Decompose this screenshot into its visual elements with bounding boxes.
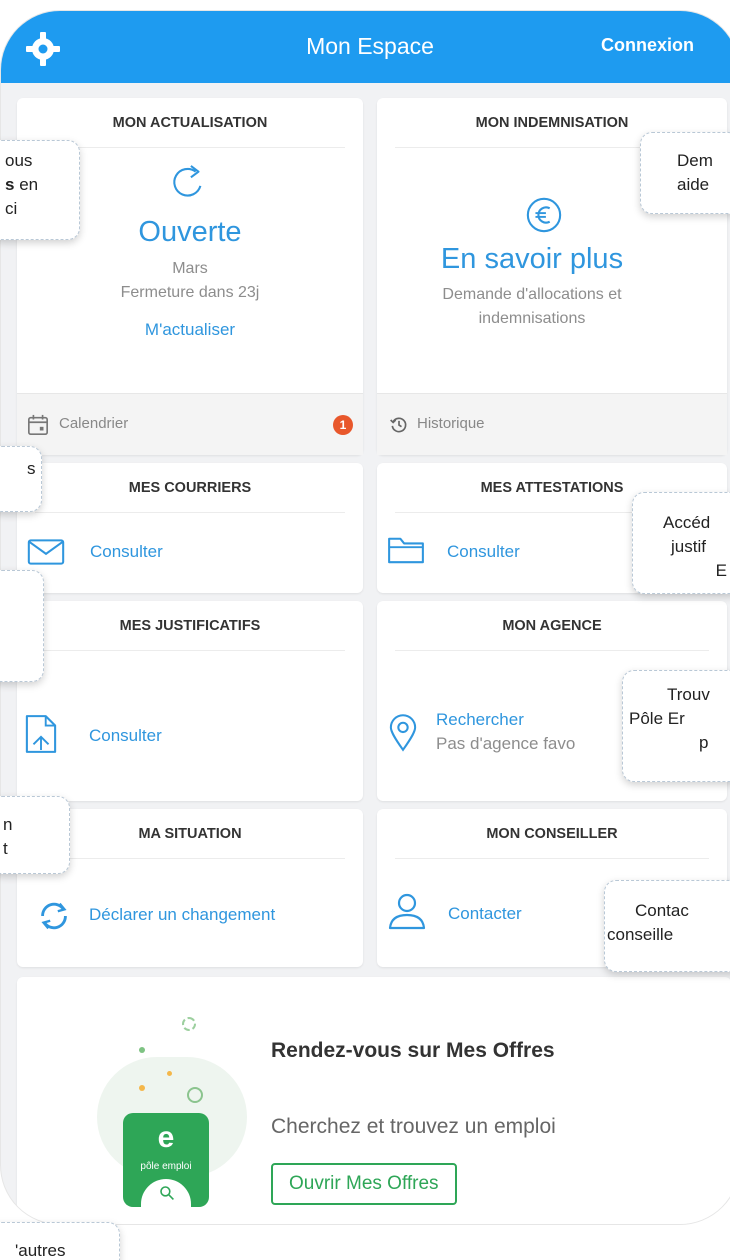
tooltip-situation: n t (0, 796, 70, 874)
tooltip-actualisation: ous s en ci (0, 140, 80, 240)
location-pin-icon (389, 714, 417, 752)
tooltip-text: Accéd (663, 513, 711, 532)
tooltip-text: ci (5, 199, 18, 218)
card-title: MA SITUATION (35, 809, 345, 859)
pole-emploi-logo-tile: e pôle emploi (123, 1113, 209, 1207)
history-icon (390, 417, 407, 433)
courriers-consult-link[interactable]: Consulter (90, 542, 163, 562)
tooltip-text: Contac (635, 901, 689, 920)
card-title: MES COURRIERS (35, 463, 345, 513)
history-label: Historique (417, 415, 485, 432)
agence-status: Pas d'agence favo (436, 734, 576, 753)
card-title: MON CONSEILLER (395, 809, 709, 859)
euro-icon (526, 197, 562, 233)
tooltip-text: t (3, 839, 8, 858)
justificatifs-card[interactable]: MES JUSTIFICATIFS Consulter (17, 601, 363, 801)
tooltip-text: s (27, 459, 36, 478)
phone-screen: Mon Espace Connexion MON ACTUALISATION O… (0, 10, 730, 1225)
confetti-dot (139, 1047, 145, 1053)
actualiser-link[interactable]: M'actualiser (17, 320, 363, 340)
search-bubble (141, 1179, 191, 1207)
confetti-dot (167, 1071, 172, 1076)
justificatifs-consult-link[interactable]: Consulter (89, 726, 162, 746)
tooltip-text: Trouv (667, 685, 710, 704)
offres-banner: e pôle emploi Rendez-vous sur Mes Offres… (17, 977, 730, 1224)
tooltip-text: n (3, 815, 13, 834)
indemnisation-desc-2: indemnisations (478, 310, 586, 327)
actualisation-closing: Fermeture dans 23j (120, 284, 260, 301)
courriers-card[interactable]: MES COURRIERS Consulter (17, 463, 363, 593)
tooltip-text-tail: en (14, 175, 39, 194)
situation-declare-link[interactable]: Déclarer un changement (89, 905, 275, 925)
refresh-icon (173, 165, 202, 197)
conseiller-contact-link[interactable]: Contacter (448, 904, 522, 924)
card-title: MES JUSTIFICATIFS (35, 601, 345, 651)
logo-letter: e (157, 1121, 175, 1154)
calendar-label: Calendrier (59, 415, 129, 432)
calendar-icon (28, 414, 48, 435)
offres-description: Cherchez et trouvez un emploi (271, 1115, 556, 1138)
tooltip-text: aide (677, 175, 710, 194)
tooltip-courriers: s (0, 446, 42, 512)
tooltip-agence: Trouv Pôle Er p (622, 670, 730, 782)
offres-title: Rendez-vous sur Mes Offres (271, 1039, 555, 1062)
indemnisation-cta[interactable]: En savoir plus (377, 243, 687, 276)
tooltip-attestations: Accéd justif E (632, 492, 730, 594)
confetti-dot (182, 1017, 196, 1031)
login-link[interactable]: Connexion (601, 35, 694, 56)
tooltip-text: s en (5, 173, 67, 197)
tooltip-offres: 'autres (0, 1222, 120, 1260)
offres-illustration: e pôle emploi (77, 987, 277, 1217)
actualisation-footer[interactable]: Calendrier 1 (17, 393, 363, 455)
tooltip-text: 'autres (15, 1241, 66, 1260)
sync-icon (41, 902, 67, 930)
notification-badge: 1 (333, 415, 353, 435)
tooltip-text: p (699, 733, 709, 752)
tooltip-indemnisation: Dem aide (640, 132, 730, 214)
tooltip-text: conseille (607, 925, 674, 944)
tooltip-text: ous (5, 151, 33, 170)
document-upload-icon (25, 715, 57, 753)
indemnisation-desc-1: Demande d'allocations et (442, 286, 622, 303)
actualisation-month: Mars (172, 260, 208, 277)
app-header: Mon Espace Connexion (1, 11, 730, 83)
tooltip-text: Pôle Er (629, 709, 685, 728)
confetti-dot (187, 1087, 203, 1103)
indemnisation-footer[interactable]: Historique (377, 393, 727, 455)
tooltip-text: E (715, 561, 727, 580)
tooltip-text: justif (671, 537, 706, 556)
card-title: MON ACTUALISATION (35, 98, 345, 148)
user-icon (388, 893, 426, 930)
folder-icon (388, 537, 424, 564)
card-title: MON AGENCE (395, 601, 709, 651)
attestations-consult-link[interactable]: Consulter (447, 542, 520, 562)
tooltip-justificatifs (0, 570, 44, 682)
agence-search-link[interactable]: Rechercher (436, 710, 524, 730)
search-icon (160, 1186, 174, 1200)
tooltip-conseiller: Contac conseille (604, 880, 730, 972)
confetti-dot (139, 1085, 145, 1091)
mail-icon (27, 539, 65, 565)
tooltip-text: Dem (677, 151, 713, 170)
open-offres-button[interactable]: Ouvrir Mes Offres (271, 1163, 457, 1205)
logo-text: pôle emploi (140, 1161, 192, 1172)
